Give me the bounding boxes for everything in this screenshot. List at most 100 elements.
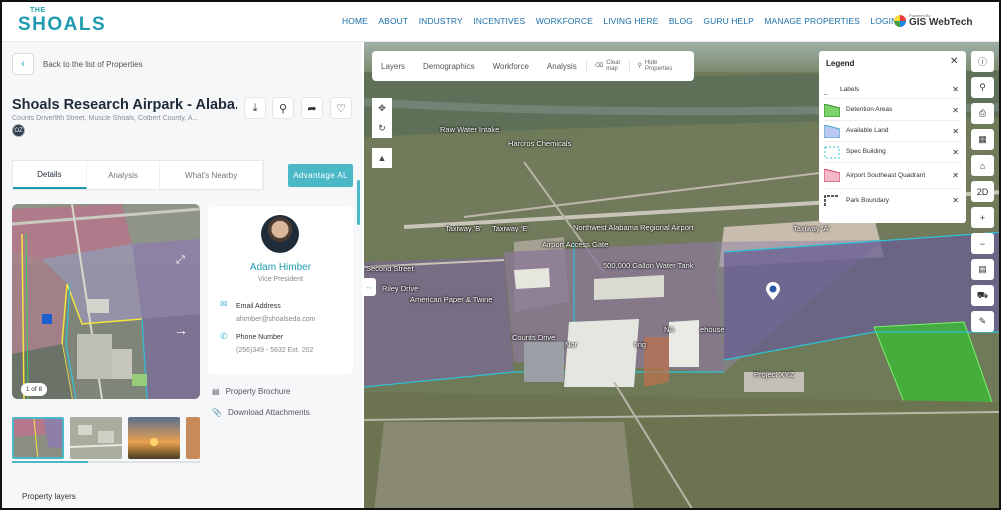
nav-guru-help[interactable]: GURU HELP [703,16,754,26]
search-icon[interactable]: ⚲ [971,77,994,98]
email-value[interactable]: ahimber@shoalseda.com [236,316,315,323]
detention-swatch [824,103,840,117]
hide-properties-button[interactable]: ⚲ Hide Properties [628,60,681,72]
property-details-panel: ‹ Back to the list of Properties Shoals … [2,42,362,508]
back-link-text: Back to the list of Properties [43,59,143,69]
phone-value[interactable]: (256)349 - 5632 Ext. 202 [236,347,313,354]
phone-icon: ✆ [220,331,228,341]
tool-layers[interactable]: Layers [372,62,414,71]
gis-webtech-logo[interactable]: Powered By GIS WebTech [894,13,974,30]
park-boundary-swatch [824,195,839,206]
nav-manage-properties[interactable]: MANAGE PROPERTIES [764,16,860,26]
map-label-water-tank: 500,000 Gallon Water Tank [603,261,694,270]
home-icon[interactable]: ⌂ [971,155,994,176]
map-label-airport: Northwest Alabama Regional Airport [573,223,694,232]
back-to-list-link[interactable]: ‹ Back to the list of Properties [12,53,143,75]
map-label-riley-drive: Riley Drive [382,284,419,293]
photo-thumbnails [12,417,200,459]
nav-living-here[interactable]: LIVING HERE [603,16,658,26]
map-label-access-gate: Airport Access Gate [542,240,609,249]
nav-about[interactable]: ABOUT [378,16,408,26]
nav-industry[interactable]: INDUSTRY [419,16,463,26]
legend-item-spec-building: Spec Building ✕ [824,142,961,163]
thumbnail-2[interactable] [70,417,122,459]
legend-item-detention: Detention Areas ✕ [824,100,961,121]
tab-analysis[interactable]: Analysis [87,161,161,189]
map-label-taxiway-b: Taxiway 'B' [445,224,482,233]
nav-home[interactable]: HOME [342,16,368,26]
legend-label: Available Land [846,127,889,134]
brochure-label: Property Brochure [225,387,291,396]
legend-label: Spec Building [846,148,886,155]
zoom-out-icon[interactable]: − [971,233,994,254]
map-label-harcros: Harcros Chemicals [508,139,572,148]
print-icon[interactable]: ⎙ [971,103,994,124]
zoom-in-icon[interactable]: + [971,207,994,228]
remove-layer-icon[interactable]: ✕ [952,196,959,205]
map-label-ting: ting [634,340,647,349]
thumbnail-3[interactable] [128,417,180,459]
available-land-swatch [824,124,840,138]
directions-icon[interactable]: ⛟ [971,285,994,306]
thumbnail-1[interactable] [12,417,64,459]
info-icon[interactable]: ⓘ [971,51,994,72]
contact-card: Adam Himber Vice President ✉ Email Addre… [208,207,353,374]
remove-layer-icon[interactable]: ✕ [952,85,959,94]
map-label-warehouse: ehouse [700,325,725,334]
tool-workforce[interactable]: Workforce [484,62,538,71]
nav-workforce[interactable]: WORKFORCE [536,16,593,26]
pan-icon[interactable]: ✥ [372,98,392,118]
measure-icon[interactable]: ▤ [971,259,994,280]
shoals-logo[interactable]: THE SHOALS [18,7,108,36]
map-label-counts-drive: Counts Drive [512,333,556,342]
clear-map-button[interactable]: ⌫ Clear map [585,60,629,72]
legend-label: Park Boundary [846,196,889,204]
site-plan-image[interactable] [12,204,200,399]
remove-layer-icon[interactable]: ✕ [952,127,959,136]
contact-name[interactable]: Adam Himber [208,262,353,273]
share-button[interactable]: ➦ [301,97,323,119]
labels-swatch: – [824,92,828,98]
property-brochure-link[interactable]: ▤ Property Brochure [212,387,290,396]
arrow-right-icon[interactable]: → [174,322,188,338]
tab-details[interactable]: Details [13,161,87,189]
remove-layer-icon[interactable]: ✕ [952,106,959,115]
contact-title: Vice President [257,276,303,283]
tool-demographics[interactable]: Demographics [414,62,484,71]
details-tabs: Details Analysis What's Nearby [12,160,264,190]
map-pin-icon[interactable] [766,282,780,300]
tool-analysis[interactable]: Analysis [538,62,586,71]
opportunity-zone-badge: OZ [12,124,25,137]
chevron-left-icon[interactable]: ‹ [12,53,34,75]
avatar [261,215,299,253]
download-icon: ⤓ [252,101,258,114]
collapse-panel-icon[interactable]: ↔ [362,278,376,296]
remove-layer-icon[interactable]: ✕ [952,148,959,157]
compass-icon[interactable]: ▲ [372,148,392,168]
zoom-to-property-button[interactable]: ⚲ [272,97,294,119]
favorite-button[interactable]: ♡ [330,97,352,119]
property-title: Shoals Research Airpark - Alaba... [12,97,237,113]
zoom-in-icon: ⚲ [278,102,288,115]
expand-icon[interactable]: ⤢ [176,254,185,267]
tab-whats-nearby[interactable]: What's Nearby [160,161,263,189]
remove-layer-icon[interactable]: ✕ [952,171,959,180]
panel-scrollbar[interactable] [357,180,360,225]
nav-incentives[interactable]: INCENTIVES [473,16,525,26]
nav-blog[interactable]: BLOG [669,16,693,26]
toggle-2d-button[interactable]: 2D [971,181,994,202]
advantage-al-button[interactable]: Advantage AL [288,164,353,187]
map-label-raw-water-intake: Raw Water Intake [440,125,500,134]
legend-close-icon[interactable]: ✕ [950,56,958,67]
legend-label: Labels [840,85,860,93]
legend-item-airport-quadrant: Airport Southeast Quadrant ✕ [824,163,961,189]
basemap-icon[interactable]: ▦ [971,129,994,150]
download-button[interactable]: ⤓ [244,97,266,119]
rotate-icon[interactable]: ↻ [372,118,392,138]
thumbnail-scroll-progress [12,461,200,463]
map-right-toolbar: ⓘ ⚲ ⎙ ▦ ⌂ 2D + − ▤ ⛟ ✎ [971,51,995,332]
legend-title: Legend [826,59,855,68]
download-attachments-link[interactable]: 📎 Download Attachments [212,408,310,417]
thumbnail-4[interactable] [186,417,200,459]
draw-icon[interactable]: ✎ [971,311,994,332]
